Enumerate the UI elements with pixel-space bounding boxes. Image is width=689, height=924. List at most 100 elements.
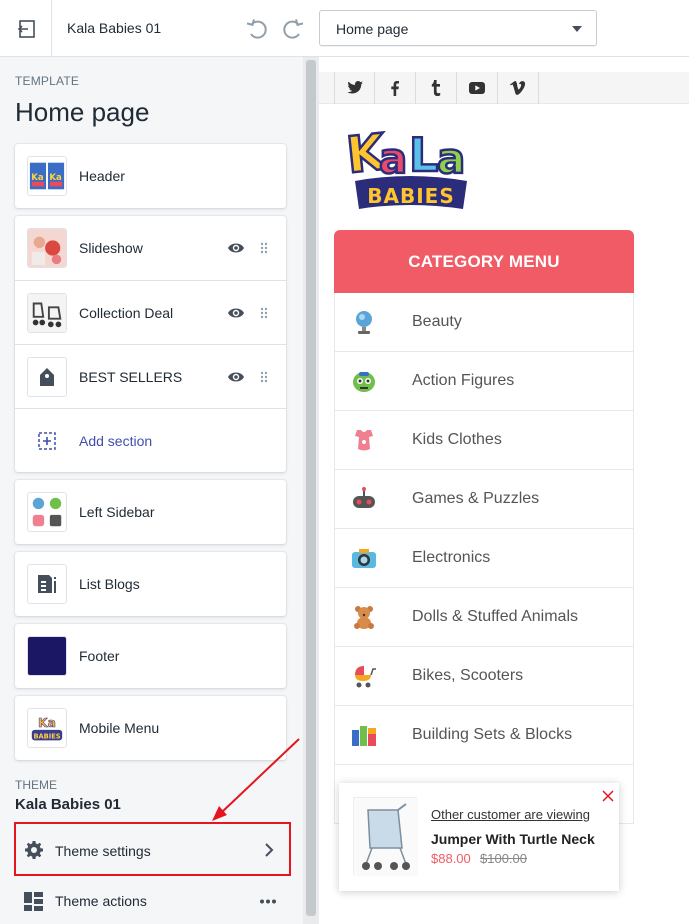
list-blogs-thumbnail [27,564,67,604]
drag-handle-icon[interactable] [259,370,269,384]
gamepad-icon [353,487,375,508]
svg-text:Ka: Ka [49,173,62,183]
section-label: Left Sidebar [79,504,155,520]
drag-handle-icon[interactable] [259,306,269,320]
recent-sale-popup[interactable]: Other customer are viewing Jumper With T… [339,783,619,891]
exit-editor-button[interactable] [0,0,52,57]
blog-icon [38,575,56,593]
redo-button[interactable] [280,16,306,42]
svg-text:BABIES: BABIES [33,732,60,740]
footer-thumbnail [27,636,67,676]
stroller-icon [355,666,376,688]
best-sellers-thumbnail [27,357,67,397]
popup-product-title[interactable]: Jumper With Turtle Neck [431,831,595,847]
svg-text:L: L [409,128,438,182]
svg-text:a: a [437,134,465,183]
youtube-icon [469,82,485,94]
section-left-sidebar[interactable]: Left Sidebar [15,480,286,544]
twitter-link[interactable] [334,72,375,104]
add-section-label: Add section [79,433,153,449]
globe-icon [356,311,372,334]
list-blogs-card: List Blogs [15,552,286,616]
tumblr-icon [431,80,441,96]
product-thumbnail[interactable] [353,797,418,876]
store-name: Kala Babies 01 [67,20,162,36]
category-item[interactable]: Beauty [335,293,633,352]
redo-icon [283,19,304,39]
header-card: Ka Ka Header [15,144,286,208]
section-header[interactable]: Ka Ka Header [15,144,286,208]
mobile-menu-card: Ka BABIES Mobile Menu [15,696,286,760]
gear-icon [25,841,43,859]
theme-actions-label: Theme actions [55,893,147,909]
section-slideshow[interactable]: Slideshow [15,216,286,280]
section-label: List Blogs [79,576,140,592]
category-item[interactable]: Kids Clothes [335,411,633,470]
category-label: Building Sets & Blocks [412,726,573,743]
teddy-bear-icon [354,606,374,629]
category-item[interactable]: Electronics [335,529,633,588]
tumblr-link[interactable] [416,72,457,104]
category-item[interactable]: Bikes, Scooters [335,647,633,706]
popup-old-price: $100.00 [480,851,527,866]
add-section-button[interactable]: Add section [15,408,286,472]
preview-scrollbar-thumb[interactable] [306,60,316,916]
section-footer[interactable]: Footer [15,624,286,688]
section-best-sellers[interactable]: BEST SELLERS [15,344,286,408]
category-item[interactable]: Dolls & Stuffed Animals [335,588,633,647]
theme-settings-button[interactable]: Theme settings [14,822,291,876]
category-label: Kids Clothes [412,431,502,448]
svg-text:Ka: Ka [38,716,56,730]
vimeo-link[interactable] [498,72,539,104]
eye-icon[interactable] [227,305,245,321]
social-bar [319,72,689,104]
sections-sidebar: TEMPLATE Home page Ka Ka Header Slidesho… [0,57,303,924]
camera-icon [352,549,376,568]
caret-down-icon [572,26,582,32]
chevron-right-icon [265,843,274,857]
store-preview: K a L a BABIES CATEGORY MENU Beauty Acti… [319,57,689,924]
section-collection-deal[interactable]: Collection Deal [15,280,286,344]
mobile-menu-thumbnail: Ka BABIES [27,708,67,748]
category-label: Bikes, Scooters [412,667,524,684]
category-menu-header: CATEGORY MENU [334,230,634,293]
editor-topbar: Kala Babies 01 Home page [0,0,689,57]
category-item[interactable]: Games & Puzzles [335,470,633,529]
close-icon[interactable] [602,790,614,802]
undo-icon [246,19,267,39]
twitter-icon [346,81,363,94]
facebook-link[interactable] [375,72,416,104]
theme-settings-label: Theme settings [55,843,151,859]
section-label: Mobile Menu [79,720,160,736]
store-logo[interactable]: K a L a BABIES [333,117,485,219]
svg-text:a: a [379,134,407,183]
page-select-value: Home page [336,21,409,37]
eye-icon[interactable] [227,240,245,256]
svg-text:Ka: Ka [31,173,44,183]
section-list-blogs[interactable]: List Blogs [15,552,286,616]
more-horizontal-icon[interactable] [260,899,276,904]
template-label: TEMPLATE [15,74,80,88]
theme-actions-icon [24,892,43,911]
undo-button[interactable] [244,16,270,42]
page-select[interactable]: Home page [319,10,597,46]
section-label: BEST SELLERS [79,369,183,385]
theme-actions-button[interactable]: Theme actions [14,882,291,922]
bib-icon [355,430,373,451]
section-label: Slideshow [79,240,143,256]
section-label: Footer [79,648,120,664]
category-item[interactable]: Action Figures [335,352,633,411]
left-sidebar-card: Left Sidebar [15,480,286,544]
category-item[interactable]: Building Sets & Blocks [335,706,633,765]
vimeo-icon [510,81,526,95]
drag-handle-icon[interactable] [259,241,269,255]
eye-icon[interactable] [227,369,245,385]
header-thumbnail: Ka Ka [27,156,67,196]
popup-viewing-link[interactable]: Other customer are viewing [431,807,590,822]
youtube-link[interactable] [457,72,498,104]
section-mobile-menu[interactable]: Ka BABIES Mobile Menu [15,696,286,760]
category-label: Action Figures [412,372,515,389]
facebook-icon [391,80,399,96]
theme-name: Kala Babies 01 [15,796,121,813]
theme-label: THEME [15,778,57,792]
